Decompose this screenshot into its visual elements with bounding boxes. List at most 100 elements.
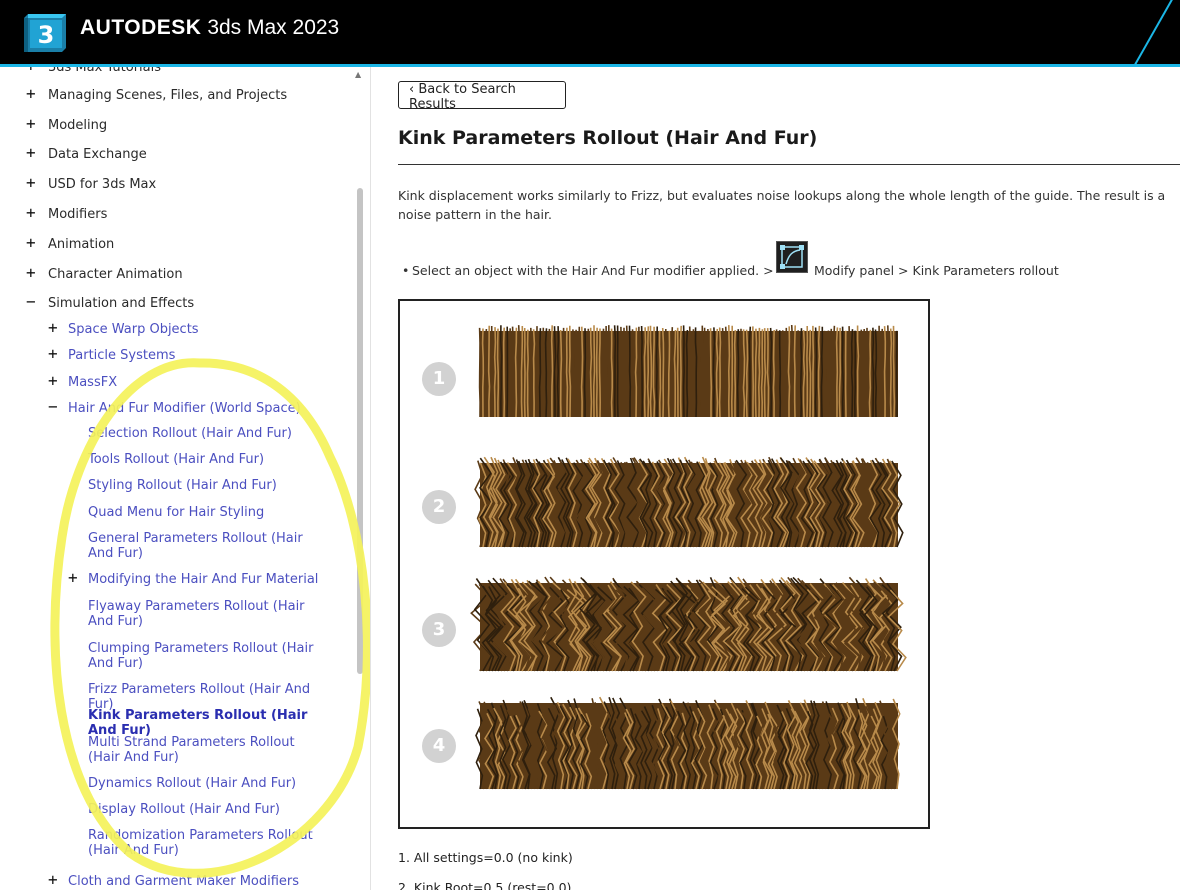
- toc-item[interactable]: MassFX +: [48, 373, 118, 391]
- toc-item-label: Selection Rollout (Hair And Fur): [88, 426, 292, 441]
- toc-item[interactable]: Modeling +: [26, 116, 108, 134]
- toc-item[interactable]: Styling Rollout (Hair And Fur): [88, 478, 328, 493]
- toc-item-label: Clumping Parameters Rollout (Hair And Fu…: [88, 641, 314, 671]
- toc-item[interactable]: Cloth and Garment Maker Modifiers +: [48, 872, 300, 890]
- toc-item[interactable]: Character Animation +: [26, 265, 183, 283]
- expand-plus-icon[interactable]: +: [26, 67, 36, 74]
- expand-plus-icon[interactable]: +: [48, 346, 58, 362]
- hair-sample: [470, 576, 907, 672]
- page-title: Kink Parameters Rollout (Hair And Fur): [398, 127, 818, 149]
- toc-item-current[interactable]: Kink Parameters Rollout (Hair And Fur): [88, 708, 328, 738]
- toc-item[interactable]: Simulation and Effects −: [26, 294, 195, 312]
- toc-item-label: General Parameters Rollout (Hair And Fur…: [88, 531, 303, 561]
- toc-item[interactable]: Clumping Parameters Rollout (Hair And Fu…: [88, 641, 328, 671]
- toc-item[interactable]: Quad Menu for Hair Styling: [88, 505, 328, 520]
- toc-item-label: Simulation and Effects: [48, 296, 195, 311]
- expand-plus-icon[interactable]: +: [68, 570, 78, 586]
- 3ds-max-logo-icon[interactable]: 3: [22, 12, 68, 54]
- toc-item[interactable]: Hair And Fur Modifier (World Space) −: [48, 399, 301, 417]
- toc-item-label: Particle Systems: [68, 348, 176, 363]
- toc-item-label: Modifiers: [48, 207, 108, 222]
- expand-plus-icon[interactable]: +: [48, 872, 58, 888]
- expand-plus-icon[interactable]: +: [26, 265, 36, 281]
- toc-item[interactable]: Space Warp Objects +: [48, 320, 199, 338]
- example-number-badge: 2: [422, 490, 456, 524]
- toc-item-label: Hair And Fur Modifier (World Space): [68, 401, 301, 416]
- product-name[interactable]: AUTODESK 3ds Max 2023: [80, 16, 339, 40]
- toc-item-label: Styling Rollout (Hair And Fur): [88, 478, 277, 493]
- toc-item-label: 3ds Max Tutorials: [48, 67, 162, 75]
- figure-caption: 2. Kink Root=0.5 (rest=0.0): [398, 880, 572, 890]
- expand-plus-icon[interactable]: +: [26, 116, 36, 132]
- toc-item-label: Data Exchange: [48, 147, 147, 162]
- toc-item[interactable]: Animation +: [26, 235, 115, 253]
- toc-item-label: Kink Parameters Rollout (Hair And Fur): [88, 708, 308, 738]
- toc-item-label: Randomization Parameters Rollout (Hair A…: [88, 828, 313, 858]
- toc-item[interactable]: Dynamics Rollout (Hair And Fur): [88, 776, 328, 791]
- expand-plus-icon[interactable]: +: [26, 145, 36, 161]
- toc-item-label: Modeling: [48, 118, 108, 133]
- example-number-badge: 3: [422, 613, 456, 647]
- bullet-text-part1: Select an object with the Hair And Fur m…: [412, 263, 774, 278]
- hair-sample: [475, 696, 901, 790]
- toc-item[interactable]: USD for 3ds Max +: [26, 175, 157, 193]
- hair-sample: [478, 324, 898, 418]
- toc-item[interactable]: Data Exchange +: [26, 145, 147, 163]
- toc-item[interactable]: 3ds Max Tutorials +: [26, 67, 162, 75]
- toc-item[interactable]: Display Rollout (Hair And Fur): [88, 802, 328, 817]
- toc-item[interactable]: Randomization Parameters Rollout (Hair A…: [88, 828, 328, 858]
- brand-autodesk: AUTODESK: [80, 16, 202, 39]
- toc-item[interactable]: Managing Scenes, Files, and Projects +: [26, 86, 288, 104]
- intro-paragraph: Kink displacement works similarly to Fri…: [398, 188, 1166, 222]
- scroll-up-arrow-icon[interactable]: ▲: [355, 70, 361, 79]
- toc-sidebar[interactable]: 3ds Max Tutorials+Managing Scenes, Files…: [0, 67, 371, 890]
- toc-item[interactable]: General Parameters Rollout (Hair And Fur…: [88, 531, 328, 561]
- toc-item-label: Cloth and Garment Maker Modifiers: [68, 874, 300, 889]
- article-content: ‹ Back to Search Results Kink Parameters…: [370, 67, 1180, 890]
- figure-caption: 1. All settings=0.0 (no kink): [398, 850, 573, 865]
- collapse-minus-icon[interactable]: −: [48, 399, 58, 415]
- app-header: 3 AUTODESK 3ds Max 2023: [0, 0, 1180, 64]
- expand-plus-icon[interactable]: +: [26, 235, 36, 251]
- header-accent-stripe: [1134, 0, 1173, 64]
- collapse-minus-icon[interactable]: −: [26, 294, 36, 310]
- expand-plus-icon[interactable]: +: [48, 373, 58, 389]
- toc-item-label: Space Warp Objects: [68, 322, 199, 337]
- toc-item-label: Quad Menu for Hair Styling: [88, 505, 265, 520]
- toc-item[interactable]: Multi Strand Parameters Rollout (Hair An…: [88, 735, 328, 765]
- expand-plus-icon[interactable]: +: [26, 86, 36, 102]
- brand-product: 3ds Max 2023: [207, 16, 340, 39]
- toc-item-label: Modifying the Hair And Fur Material: [88, 572, 319, 587]
- kink-examples-figure: 1 2 3 4: [398, 299, 930, 829]
- expand-plus-icon[interactable]: +: [26, 175, 36, 191]
- expand-plus-icon[interactable]: +: [26, 205, 36, 221]
- toc-item-label: Tools Rollout (Hair And Fur): [88, 452, 265, 467]
- example-number-badge: 1: [422, 362, 456, 396]
- toc-item[interactable]: Modifiers +: [26, 205, 108, 223]
- toc-item-label: MassFX: [68, 375, 118, 390]
- bullet-text-part2: Modify panel > Kink Parameters rollout: [814, 263, 1059, 278]
- toc-item[interactable]: Modifying the Hair And Fur Material +: [68, 570, 328, 588]
- back-to-search-results-button[interactable]: ‹ Back to Search Results: [398, 81, 566, 112]
- toc-item-label: Multi Strand Parameters Rollout (Hair An…: [88, 735, 295, 765]
- example-number-badge: 4: [422, 729, 456, 763]
- bullet-dot-icon: •: [402, 263, 410, 278]
- expand-plus-icon[interactable]: +: [48, 320, 58, 336]
- toc-item-label: Display Rollout (Hair And Fur): [88, 802, 280, 817]
- toc-item[interactable]: Particle Systems +: [48, 346, 176, 364]
- toc-item[interactable]: Flyaway Parameters Rollout (Hair And Fur…: [88, 599, 328, 629]
- toc-item-label: Flyaway Parameters Rollout (Hair And Fur…: [88, 599, 305, 629]
- toc-item[interactable]: Selection Rollout (Hair And Fur): [88, 426, 328, 441]
- hair-examples-illustration: [470, 324, 907, 790]
- hair-sample: [474, 456, 904, 548]
- toc-item[interactable]: Tools Rollout (Hair And Fur): [88, 452, 328, 467]
- toc-item-label: Managing Scenes, Files, and Projects: [48, 88, 288, 103]
- toc-item-label: Dynamics Rollout (Hair And Fur): [88, 776, 297, 791]
- toc-item-label: Character Animation: [48, 267, 183, 282]
- toc-item-label: USD for 3ds Max: [48, 177, 157, 192]
- modify-panel-icon: [776, 241, 808, 273]
- title-divider: [398, 164, 1180, 165]
- logo-digit: 3: [38, 21, 55, 49]
- toc-item-label: Animation: [48, 237, 115, 252]
- sidebar-scrollbar-thumb[interactable]: [357, 188, 363, 674]
